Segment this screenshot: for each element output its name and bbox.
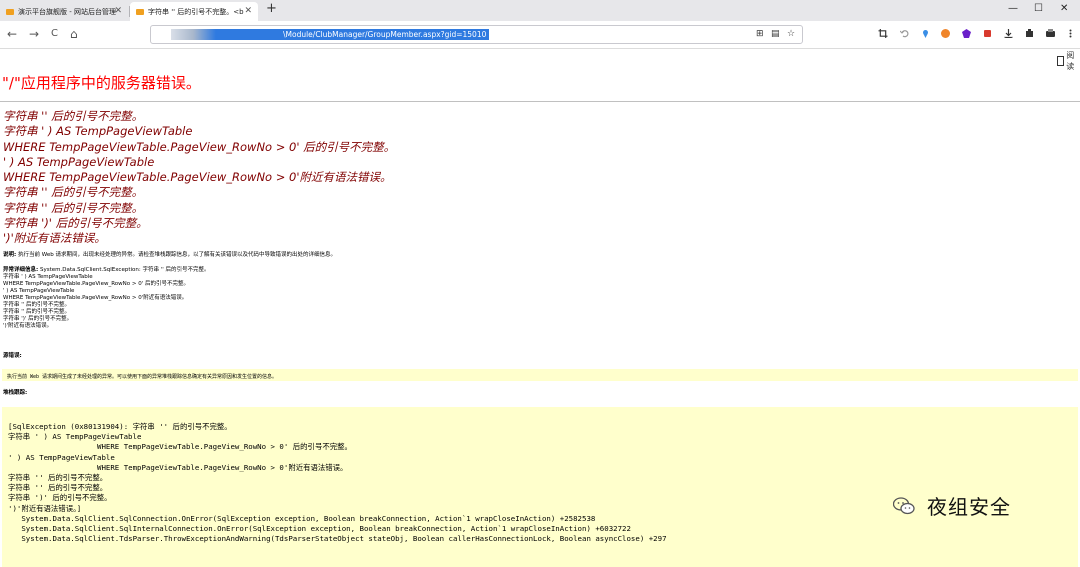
- watermark: 夜组安全: [893, 491, 1011, 520]
- error-line: 字符串 '' 后的引号不完整。: [3, 200, 144, 215]
- stack-trace-line: ' ) AS TempPageViewTable: [8, 452, 115, 462]
- bookmark-star-icon[interactable]: ☆: [787, 29, 795, 39]
- home-button[interactable]: ⌂: [70, 27, 78, 41]
- exception-line: WHERE TempPageViewTable.PageView_RowNo >…: [3, 295, 188, 301]
- wechat-icon: [893, 496, 915, 514]
- undo-icon[interactable]: [900, 29, 909, 38]
- stack-trace-line: 字符串 '' 后的引号不完整。: [8, 473, 108, 483]
- error-line: 字符串 ')' 后的引号不完整。: [3, 216, 148, 231]
- reader-view-icon[interactable]: ▤: [771, 29, 780, 39]
- url-text: \Module/ClubManager/GroupMember.aspx?gid…: [283, 29, 490, 40]
- stack-trace-line: 字符串 ' ) AS TempPageViewTable: [8, 432, 142, 442]
- exception-details: 异常详细信息: System.Data.SqlClient.SqlExcepti…: [3, 267, 209, 330]
- error-line: ' ) AS TempPageViewTable: [3, 154, 155, 169]
- site-favicon-icon: [136, 8, 144, 15]
- reading-mode-label: 阅读: [1066, 51, 1075, 71]
- reading-mode-button[interactable]: 阅读: [1057, 50, 1080, 72]
- url-redacted-region: [171, 29, 283, 40]
- stack-trace-line: ')'附近有语法错误。]: [8, 503, 82, 513]
- title-rule: [0, 101, 1080, 102]
- stack-trace-line: 字符串 '' 后的引号不完整。: [8, 483, 108, 493]
- watermark-text: 夜组安全: [927, 495, 1011, 519]
- stack-trace-line: System.Data.SqlClient.SqlConnection.OnEr…: [8, 513, 596, 523]
- error-line: WHERE TempPageViewTable.PageView_RowNo >…: [3, 139, 396, 154]
- maximize-button[interactable]: ☐: [1034, 3, 1043, 14]
- toolbar-divider: [0, 48, 1080, 49]
- page-title: "/"应用程序中的服务器错误。: [2, 74, 201, 92]
- exception-label: 异常详细信息:: [3, 267, 39, 273]
- new-tab-button[interactable]: +: [266, 1, 277, 16]
- error-line: 字符串 '' 后的引号不完整。: [3, 185, 144, 200]
- back-button[interactable]: ←: [7, 27, 17, 41]
- extension-orange-icon[interactable]: [941, 29, 950, 38]
- tab-close-icon[interactable]: ✕: [114, 6, 122, 16]
- error-message: 字符串 '' 后的引号不完整。 字符串 ' ) AS TempPageViewT…: [3, 109, 395, 247]
- extension-shield-icon[interactable]: [962, 29, 971, 38]
- exception-line: 字符串 ')' 后的引号不完整。: [3, 316, 73, 322]
- tab-label: 字符串 '' 后的引号不完整。<b: [148, 7, 244, 16]
- stack-trace-line: System.Data.SqlClient.TdsParser.ThrowExc…: [8, 534, 667, 544]
- site-favicon-icon: [6, 8, 14, 15]
- exception-line: ')'附近有语法错误。: [3, 323, 53, 329]
- exception-line: 字符串 '' 后的引号不完整。: [3, 302, 71, 308]
- error-line: ')'附近有语法错误。: [3, 231, 106, 246]
- download-icon[interactable]: [1004, 29, 1013, 38]
- stack-trace-box: [SqlException (0x80131904): 字符串 '' 后的引号不…: [2, 407, 1078, 567]
- source-error-label: 源错误:: [3, 353, 22, 359]
- source-error-text: 执行当前 Web 请求期间生成了未经处理的异常。可以使用下面的异常堆栈跟踪信息确…: [7, 374, 278, 380]
- stack-trace-label: 堆栈跟踪:: [3, 390, 28, 396]
- tab-strip: 演示平台旗舰版 - 网站后台管理 ✕ 字符串 '' 后的引号不完整。<b ✕ +…: [0, 0, 1080, 21]
- error-line: 字符串 '' 后的引号不完整。: [3, 109, 144, 123]
- tab-admin-backend[interactable]: 演示平台旗舰版 - 网站后台管理 ✕: [0, 2, 128, 21]
- error-line: WHERE TempPageViewTable.PageView_RowNo >…: [3, 170, 392, 185]
- tab-label: 演示平台旗舰版 - 网站后台管理: [18, 7, 116, 16]
- exception-line: 字符串 ' ) AS TempPageViewTable: [3, 274, 93, 280]
- profile-icon[interactable]: [1046, 29, 1055, 38]
- extension-red-icon[interactable]: [983, 29, 992, 38]
- exception-line: 字符串 '' 后的引号不完整。: [3, 309, 71, 315]
- stack-trace-line: WHERE TempPageViewTable.PageView_RowNo >…: [8, 442, 352, 452]
- stack-trace-line: WHERE TempPageViewTable.PageView_RowNo >…: [8, 462, 348, 472]
- description-text: 执行当前 Web 请求期间，出现未经处理的异常。请检查堆栈跟踪信息，以了解有关该…: [17, 252, 336, 258]
- exception-line: WHERE TempPageViewTable.PageView_RowNo >…: [3, 281, 189, 287]
- location-pin-icon[interactable]: [921, 29, 930, 38]
- stack-trace-line: 字符串 ')' 后的引号不完整。: [8, 493, 112, 503]
- stack-trace-line: System.Data.SqlClient.SqlInternalConnect…: [8, 524, 631, 534]
- crop-icon[interactable]: [878, 29, 888, 38]
- reading-mode-icon: [1057, 56, 1065, 66]
- description-label: 说明:: [3, 252, 17, 258]
- translate-icon[interactable]: ⊞: [756, 29, 764, 39]
- exception-text: System.Data.SqlClient.SqlException: 字符串 …: [39, 267, 210, 273]
- minimize-button[interactable]: —: [1008, 3, 1018, 14]
- exception-line: ' ) AS TempPageViewTable: [3, 288, 75, 294]
- address-bar[interactable]: \Module/ClubManager/GroupMember.aspx?gid…: [150, 25, 803, 44]
- source-error-box: 执行当前 Web 请求期间生成了未经处理的异常。可以使用下面的异常堆栈跟踪信息确…: [2, 369, 1078, 381]
- reload-button[interactable]: C: [51, 28, 58, 39]
- extensions-puzzle-icon[interactable]: [1025, 29, 1034, 38]
- description: 说明: 执行当前 Web 请求期间，出现未经处理的异常。请检查堆栈跟踪信息，以了…: [3, 252, 336, 259]
- menu-icon[interactable]: [1066, 29, 1075, 38]
- close-window-button[interactable]: ✕: [1060, 3, 1068, 14]
- tab-close-icon[interactable]: ✕: [244, 6, 252, 16]
- error-line: 字符串 ' ) AS TempPageViewTable: [3, 124, 193, 139]
- stack-trace-line: [SqlException (0x80131904): 字符串 '' 后的引号不…: [8, 422, 232, 431]
- tab-server-error[interactable]: 字符串 '' 后的引号不完整。<b ✕: [130, 2, 258, 21]
- forward-button[interactable]: →: [29, 27, 39, 41]
